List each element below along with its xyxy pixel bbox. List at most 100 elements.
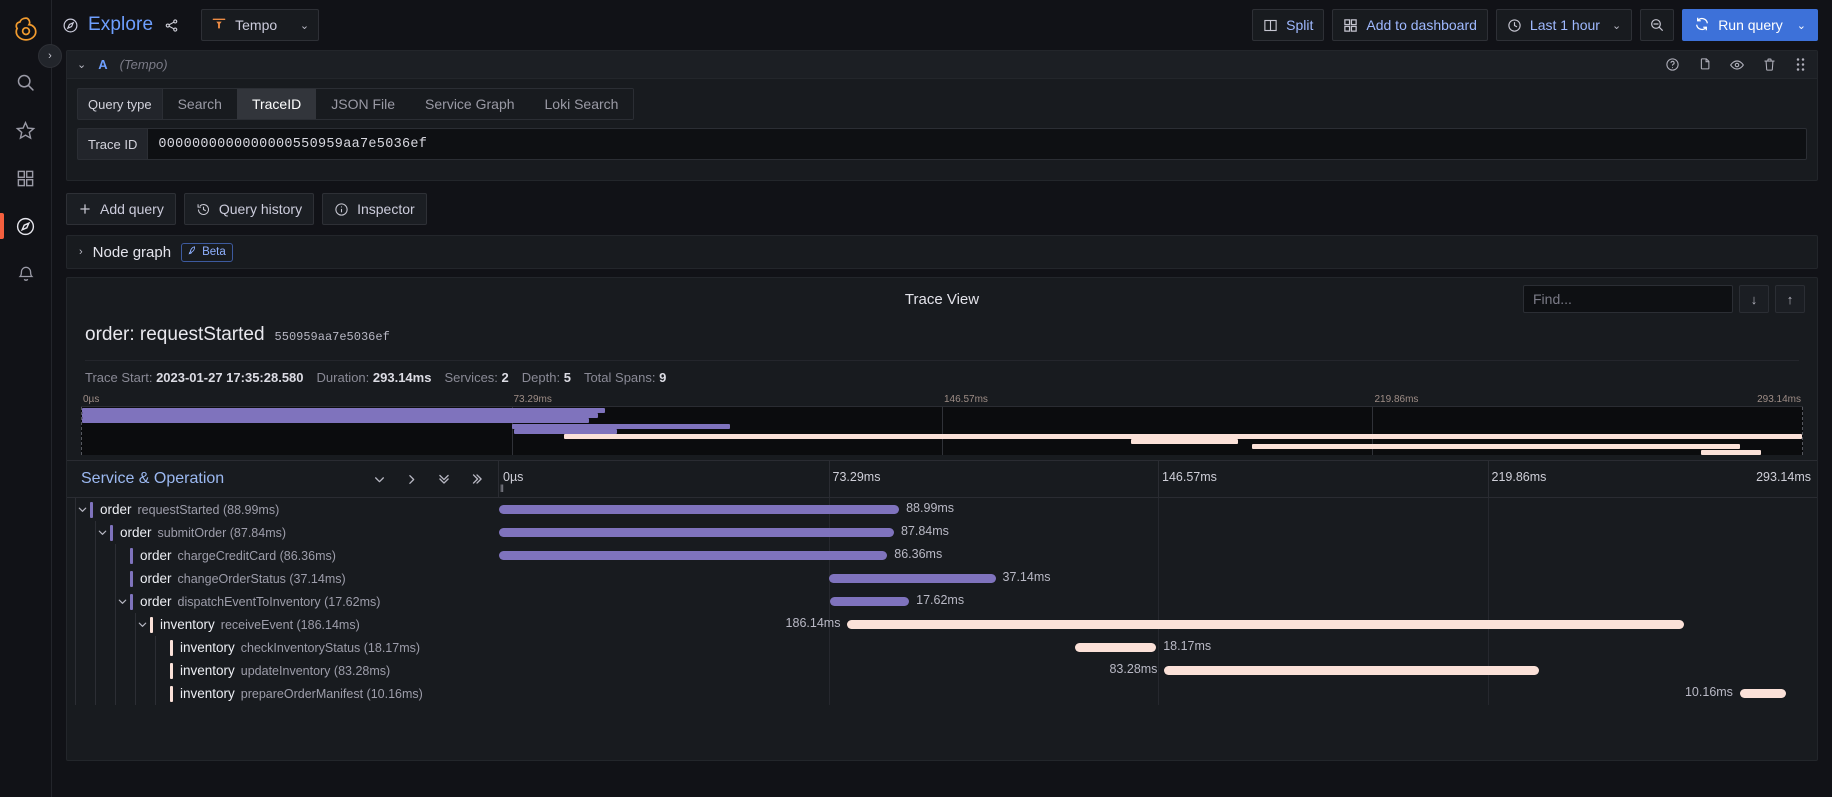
span-label-cell[interactable]: inventory receiveEvent (186.14ms) — [67, 613, 499, 636]
sidebar-item-explore[interactable] — [0, 202, 52, 250]
span-duration-bar[interactable] — [1164, 666, 1539, 675]
span-timeline-cell[interactable]: 186.14ms — [499, 613, 1817, 636]
span-duration-bar[interactable] — [1074, 643, 1157, 652]
sidebar-item-alerting[interactable] — [0, 250, 52, 298]
trace-id-input[interactable]: 0000000000000000550959aa7e5036ef — [147, 128, 1807, 160]
span-row[interactable]: inventory updateInventory (83.28ms) 83.28m… — [67, 659, 1817, 682]
span-row[interactable]: inventory checkInventoryStatus (18.17ms) 1… — [67, 636, 1817, 659]
span-duration-bar[interactable] — [829, 597, 910, 606]
span-duration-bar[interactable] — [1739, 689, 1786, 698]
share-icon[interactable] — [164, 18, 179, 33]
meta-trace-start: Trace Start: 2023-01-27 17:35:28.580 — [85, 370, 304, 385]
query-type-label: Query type — [77, 88, 162, 120]
span-service-name: inventory — [180, 686, 235, 701]
run-query-button[interactable]: Run query ⌄ — [1682, 9, 1818, 41]
span-label-cell[interactable]: order changeOrderStatus (37.14ms) — [67, 567, 499, 590]
add-query-button[interactable]: Add query — [66, 193, 176, 225]
eye-icon[interactable] — [1729, 57, 1745, 73]
span-timeline-cell[interactable]: 87.84ms — [499, 521, 1817, 544]
expand-menu-button[interactable]: › — [38, 44, 62, 68]
span-label-cell[interactable]: order dispatchEventToInventory (17.62ms) — [67, 590, 499, 613]
span-label-cell[interactable]: inventory prepareOrderManifest (10.16ms) — [67, 682, 499, 705]
double-chevron-right-icon[interactable] — [470, 472, 484, 486]
span-operation-name: submitOrder (87.84ms) — [157, 525, 287, 540]
span-duration-label: 18.17ms — [1163, 639, 1212, 653]
row-collapse-caret[interactable] — [135, 619, 150, 630]
query-history-button[interactable]: Query history — [183, 193, 315, 225]
sidebar-item-starred[interactable] — [0, 106, 52, 154]
span-timeline-cell[interactable]: 83.28ms — [499, 659, 1817, 682]
span-label-cell[interactable]: inventory checkInventoryStatus (18.17ms) — [67, 636, 499, 659]
span-timeline-cell[interactable]: 17.62ms — [499, 590, 1817, 613]
span-label-cell[interactable]: order submitOrder (87.84ms) — [67, 521, 499, 544]
query-type-service-graph[interactable]: Service Graph — [410, 89, 530, 119]
drag-handle-icon[interactable] — [1794, 57, 1807, 72]
minimap-tick: 146.57ms — [944, 394, 988, 405]
span-row[interactable]: order requestStarted (88.99ms) 88.99ms — [67, 498, 1817, 521]
timeline-gridline — [1158, 636, 1159, 659]
timeline-gridline — [1158, 659, 1159, 682]
find-prev-button[interactable]: ↑ — [1775, 285, 1805, 313]
node-graph-section[interactable]: › Node graph Beta — [66, 235, 1818, 269]
node-graph-caret[interactable]: › — [79, 246, 83, 258]
span-duration-bar[interactable] — [828, 574, 996, 583]
span-label-cell[interactable]: order chargeCreditCard (86.36ms) — [67, 544, 499, 567]
span-row[interactable]: order submitOrder (87.84ms) 87.84ms — [67, 521, 1817, 544]
datasource-picker[interactable]: Tempo ⌄ — [201, 9, 320, 41]
span-timeline-cell[interactable]: 18.17ms — [499, 636, 1817, 659]
split-button[interactable]: Split — [1252, 9, 1325, 41]
chevron-down-icon[interactable] — [373, 473, 386, 486]
tree-guide-line — [155, 682, 156, 705]
span-timeline-cell[interactable]: 10.16ms — [499, 682, 1817, 705]
row-collapse-caret[interactable] — [75, 504, 90, 515]
span-duration-bar[interactable] — [499, 528, 894, 537]
span-label-cell[interactable]: inventory updateInventory (83.28ms) — [67, 659, 499, 682]
grafana-logo-icon[interactable] — [9, 12, 43, 46]
zoom-out-button[interactable] — [1640, 9, 1675, 41]
help-circle-icon[interactable] — [1665, 57, 1680, 72]
query-type-traceid[interactable]: TraceID — [236, 89, 317, 119]
time-range-picker[interactable]: Last 1 hour ⌄ — [1495, 9, 1633, 41]
sidebar-item-dashboards[interactable] — [0, 154, 52, 202]
timeline-tick: 293.14ms — [1756, 470, 1811, 484]
trace-minimap[interactable]: 0µs 73.29ms 146.57ms 219.86ms 293.14ms — [81, 394, 1803, 456]
tree-guide-line — [95, 567, 96, 590]
span-timeline-cell[interactable]: 88.99ms — [499, 498, 1817, 521]
inspector-button[interactable]: Inspector — [322, 193, 427, 225]
span-color-accent — [110, 524, 113, 541]
chevron-down-icon[interactable]: ⌄ — [1797, 19, 1806, 32]
query-type-radio-group[interactable]: Search TraceID JSON File Service Graph L… — [161, 88, 635, 120]
query-ref-id[interactable]: A — [98, 57, 107, 72]
span-timeline-cell[interactable]: 37.14ms — [499, 567, 1817, 590]
query-type-search[interactable]: Search — [162, 89, 237, 119]
search-minus-icon — [1649, 17, 1665, 33]
span-duration-bar[interactable] — [499, 505, 900, 514]
find-next-button[interactable]: ↓ — [1739, 285, 1769, 313]
meta-duration: Duration: 293.14ms — [317, 370, 432, 385]
find-input[interactable]: Find... — [1523, 285, 1733, 313]
span-row[interactable]: inventory receiveEvent (186.14ms) 186.14ms — [67, 613, 1817, 636]
meta-total-spans: Total Spans: 9 — [584, 370, 666, 385]
query-type-loki-search[interactable]: Loki Search — [529, 89, 634, 119]
span-label-cell[interactable]: order requestStarted (88.99ms) — [67, 498, 499, 521]
timeline-gridline — [1487, 498, 1489, 521]
row-collapse-caret[interactable] — [95, 527, 110, 538]
query-collapse-caret[interactable]: ⌄ — [77, 58, 86, 71]
span-row[interactable]: inventory prepareOrderManifest (10.16ms) 1… — [67, 682, 1817, 705]
add-to-dashboard-button[interactable]: Add to dashboard — [1332, 9, 1488, 41]
span-duration-label: 83.28ms — [1109, 662, 1158, 676]
double-chevron-down-icon[interactable] — [437, 472, 451, 486]
query-type-json-file[interactable]: JSON File — [316, 89, 411, 119]
minimap-bars[interactable] — [81, 407, 1803, 455]
row-collapse-caret[interactable] — [115, 596, 130, 607]
span-duration-bar[interactable] — [499, 551, 888, 560]
duplicate-icon[interactable] — [1697, 57, 1712, 72]
span-service-name: order — [140, 571, 172, 586]
span-row[interactable]: order chargeCreditCard (86.36ms) 86.36ms — [67, 544, 1817, 567]
span-row[interactable]: order changeOrderStatus (37.14ms) 37.14ms — [67, 567, 1817, 590]
trash-icon[interactable] — [1762, 57, 1777, 72]
span-timeline-cell[interactable]: 86.36ms — [499, 544, 1817, 567]
span-row[interactable]: order dispatchEventToInventory (17.62ms) 1… — [67, 590, 1817, 613]
chevron-right-icon[interactable] — [405, 473, 418, 486]
span-duration-bar[interactable] — [847, 620, 1685, 629]
